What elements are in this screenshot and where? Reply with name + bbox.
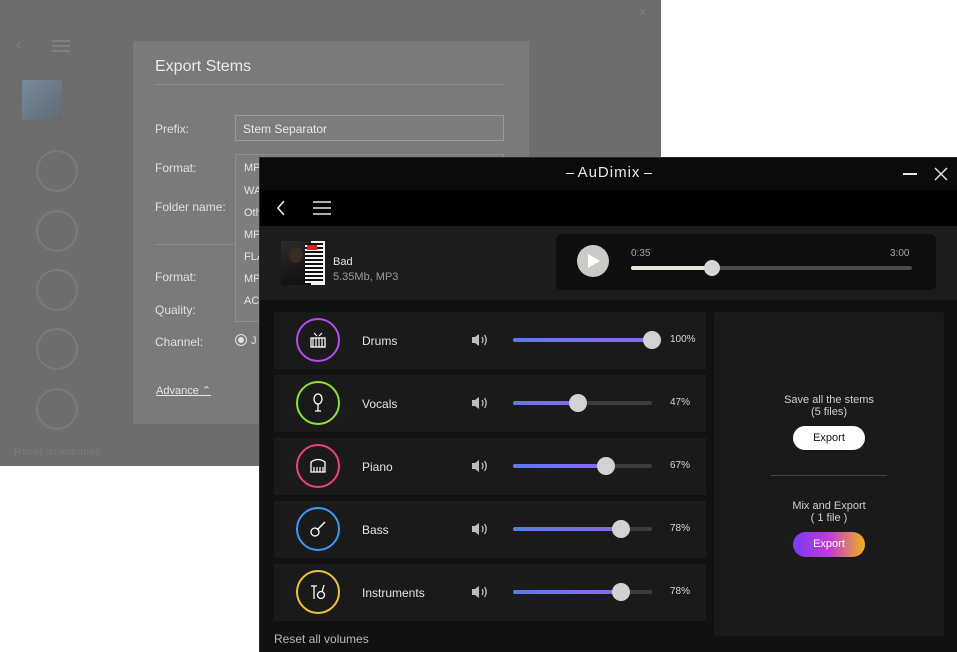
bg-stem-icon <box>36 269 78 311</box>
title-bar: AuDimix <box>260 158 957 190</box>
bg-reset-link: Reset all volumes <box>14 446 101 458</box>
instruments-icon <box>296 570 340 614</box>
volume-slider[interactable] <box>513 457 652 475</box>
folder-name-label: Folder name: <box>155 200 226 214</box>
progress-thumb[interactable] <box>704 260 721 276</box>
progress-fill <box>631 266 713 270</box>
volume-thumb[interactable] <box>597 457 616 475</box>
mix-export-count: ( 1 file ) <box>810 512 848 524</box>
quality-label: Quality: <box>155 303 196 317</box>
mix-export-button[interactable]: Export <box>793 532 865 557</box>
mix-export-text: Mix and Export <box>792 500 866 512</box>
stem-name: Bass <box>362 523 389 537</box>
bg-album-art <box>22 80 62 120</box>
chevron-up-icon: ⌃ <box>201 385 212 397</box>
speaker-icon[interactable] <box>470 521 490 537</box>
channel-radio-label: J <box>251 335 257 347</box>
volume-percent: 78% <box>670 586 691 597</box>
volume-fill <box>513 338 652 342</box>
stem-row-vocals: Vocals 47% <box>274 375 706 432</box>
volume-slider[interactable] <box>513 520 652 538</box>
stem-name: Piano <box>362 460 393 474</box>
bg-stem-icon <box>36 328 78 370</box>
current-time: 0:35 <box>631 248 651 259</box>
hamburger-menu-icon[interactable] <box>312 199 332 217</box>
guitar-icon <box>296 507 340 551</box>
microphone-icon <box>296 381 340 425</box>
volume-percent: 67% <box>670 460 691 471</box>
piano-icon <box>296 444 340 488</box>
song-info-bar: Bad 5.35Mb, MP3 0:35 3:00 <box>260 226 957 300</box>
audio-player: 0:35 3:00 <box>556 234 936 290</box>
minimize-icon[interactable] <box>898 164 922 184</box>
volume-slider[interactable] <box>513 583 652 601</box>
bg-stem-icon <box>36 210 78 252</box>
play-icon <box>588 254 600 268</box>
app-brand-text: AuDimix <box>565 164 653 181</box>
chevron-left-icon[interactable] <box>272 198 292 218</box>
volume-percent: 47% <box>670 397 691 408</box>
volume-percent: 78% <box>670 523 691 534</box>
dialog-title: Export Stems <box>155 58 252 75</box>
channel-label: Channel: <box>155 335 204 349</box>
stem-row-bass: Bass 78% <box>274 501 706 558</box>
close-icon[interactable] <box>930 164 952 184</box>
volume-thumb[interactable] <box>569 394 588 412</box>
bg-stem-icon <box>36 150 78 192</box>
dialog-divider <box>155 84 504 85</box>
drum-kit-icon <box>296 318 340 362</box>
volume-percent: 100% <box>670 334 696 345</box>
song-title: Bad <box>333 256 353 268</box>
stem-name: Instruments <box>362 586 425 600</box>
channel-radio[interactable] <box>235 334 247 346</box>
advance-link[interactable]: Advance ⌃ <box>156 384 211 397</box>
speaker-icon[interactable] <box>470 395 490 411</box>
bg-close-icon: × <box>638 4 647 20</box>
stem-row-piano: Piano 67% <box>274 438 706 495</box>
volume-thumb[interactable] <box>643 331 661 349</box>
volume-slider[interactable] <box>513 394 652 412</box>
export-panel: Save all the stems (5 files) Export Mix … <box>714 312 944 636</box>
volume-thumb[interactable] <box>612 583 631 601</box>
album-art <box>281 241 325 285</box>
screen: × ‹ Reset all volumes Export Stems Prefi… <box>0 0 957 652</box>
bg-back-icon: ‹ <box>16 36 22 53</box>
speaker-icon[interactable] <box>470 458 490 474</box>
app-logo: AuDimix <box>260 164 957 181</box>
progress-track[interactable] <box>631 260 912 276</box>
stem-name: Vocals <box>362 397 398 411</box>
format-label-2: Format: <box>155 270 197 284</box>
volume-fill <box>513 590 622 594</box>
toolbar <box>260 190 957 226</box>
volume-slider[interactable] <box>513 331 661 349</box>
stem-row-instruments: Instruments 78% <box>274 564 706 621</box>
speaker-icon[interactable] <box>470 584 490 600</box>
play-button[interactable] <box>577 245 609 277</box>
stem-name: Drums <box>362 334 398 348</box>
speaker-icon[interactable] <box>470 332 490 348</box>
save-all-text: Save all the stems <box>784 394 874 406</box>
reset-volumes-link[interactable]: Reset all volumes <box>274 632 369 646</box>
volume-fill <box>513 527 622 531</box>
stem-row-drums: Drums 100% <box>274 312 706 369</box>
bg-menu-icon <box>52 40 70 52</box>
format-option[interactable]: AC <box>244 295 259 307</box>
volume-thumb[interactable] <box>612 520 631 538</box>
song-meta: 5.35Mb, MP3 <box>333 271 399 283</box>
total-time: 3:00 <box>890 248 910 259</box>
audimix-window: AuDimix Bad 5.35Mb, MP3 0:35 3:00 Drums … <box>259 157 957 652</box>
format-label: Format: <box>155 161 197 175</box>
export-all-button[interactable]: Export <box>793 426 865 450</box>
export-divider <box>771 475 887 476</box>
prefix-input[interactable]: Stem Separator <box>235 115 504 141</box>
bg-stem-icon <box>36 388 78 430</box>
save-all-count: (5 files) <box>810 406 848 418</box>
volume-fill <box>513 464 607 468</box>
prefix-label: Prefix: <box>155 122 190 136</box>
